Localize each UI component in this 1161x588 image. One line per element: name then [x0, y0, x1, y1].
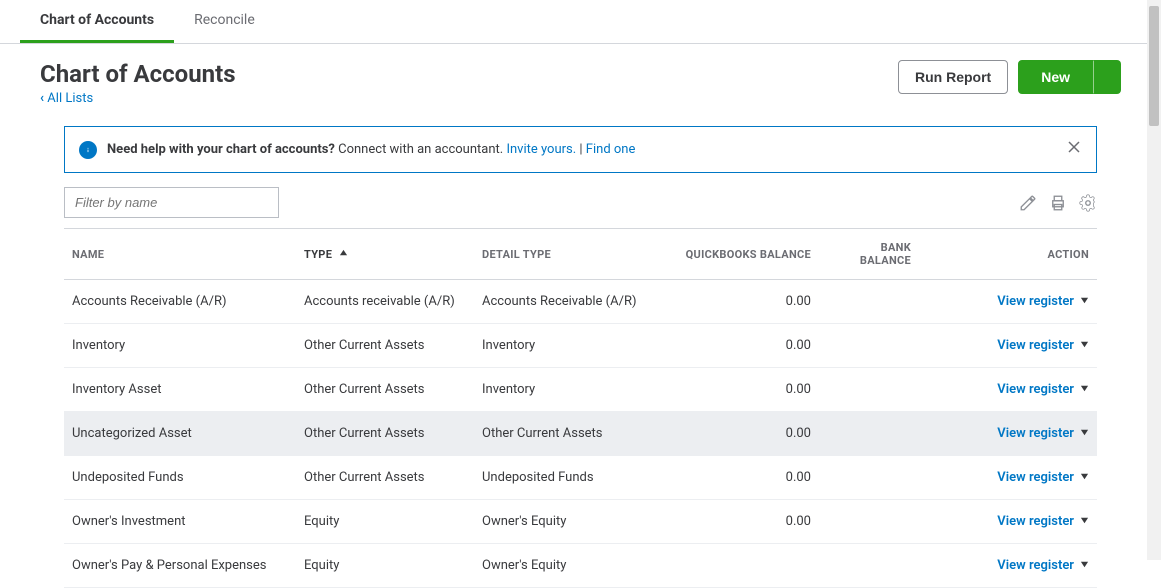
cell-bank-balance: [819, 456, 919, 500]
view-register-link[interactable]: View register: [997, 426, 1089, 441]
cell-quickbooks-balance: 0.00: [664, 412, 819, 456]
print-icon[interactable]: [1049, 194, 1067, 212]
edit-icon[interactable]: [1019, 194, 1037, 212]
cell-quickbooks-balance: 0.00: [664, 324, 819, 368]
cell-detail: Accounts Receivable (A/R): [474, 280, 664, 324]
cell-bank-balance: [819, 324, 919, 368]
column-header-quickbooks-balance[interactable]: QUICKBOOKS BALANCE: [664, 229, 819, 280]
banner-bold: Need help with your chart of accounts?: [107, 142, 335, 157]
new-button-dropdown[interactable]: [1093, 60, 1121, 94]
run-report-button[interactable]: Run Report: [898, 60, 1008, 94]
cell-quickbooks-balance: 0.00: [664, 280, 819, 324]
caret-down-icon: [1080, 426, 1089, 441]
column-header-detail-type[interactable]: DETAIL TYPE: [474, 229, 664, 280]
cell-detail: Owner's Equity: [474, 544, 664, 588]
caret-down-icon: [1080, 470, 1089, 485]
top-tabs: Chart of Accounts Reconcile: [0, 0, 1161, 44]
table-row[interactable]: Undeposited FundsOther Current AssetsUnd…: [64, 456, 1097, 500]
find-one-link[interactable]: Find one: [586, 142, 636, 157]
new-button[interactable]: New: [1018, 60, 1093, 94]
view-register-link[interactable]: View register: [997, 514, 1089, 529]
help-banner: Need help with your chart of accounts? C…: [64, 126, 1097, 173]
cell-bank-balance: [819, 280, 919, 324]
view-register-link[interactable]: View register: [997, 382, 1089, 397]
filter-by-name-input[interactable]: [64, 187, 279, 218]
table-row[interactable]: Owner's InvestmentEquityOwner's Equity0.…: [64, 500, 1097, 544]
view-register-link[interactable]: View register: [997, 294, 1089, 309]
view-register-link[interactable]: View register: [997, 470, 1089, 485]
cell-bank-balance: [819, 500, 919, 544]
cell-name: Inventory: [64, 324, 296, 368]
cell-bank-balance: [819, 368, 919, 412]
caret-down-icon: [1080, 514, 1089, 529]
cell-detail: Inventory: [474, 368, 664, 412]
cell-quickbooks-balance: 0.00: [664, 368, 819, 412]
view-register-link[interactable]: View register: [997, 338, 1089, 353]
cell-quickbooks-balance: 0.00: [664, 456, 819, 500]
cell-name: Undeposited Funds: [64, 456, 296, 500]
cell-detail: Inventory: [474, 324, 664, 368]
info-icon: [79, 141, 97, 159]
banner-sep: |: [576, 142, 586, 157]
cell-quickbooks-balance: 0.00: [664, 500, 819, 544]
page-title: Chart of Accounts: [40, 60, 236, 88]
view-register-link[interactable]: View register: [997, 558, 1089, 573]
cell-name: Owner's Pay & Personal Expenses: [64, 544, 296, 588]
column-header-bank-balance[interactable]: BANK BALANCE: [819, 229, 919, 280]
cell-detail: Undeposited Funds: [474, 456, 664, 500]
cell-type: Equity: [296, 544, 474, 588]
table-row[interactable]: Accounts Receivable (A/R)Accounts receiv…: [64, 280, 1097, 324]
cell-bank-balance: [819, 412, 919, 456]
cell-type: Other Current Assets: [296, 368, 474, 412]
column-header-name[interactable]: NAME: [64, 229, 296, 280]
cell-detail: Other Current Assets: [474, 412, 664, 456]
tab-reconcile[interactable]: Reconcile: [174, 0, 275, 43]
scrollbar-thumb[interactable]: [1149, 6, 1159, 126]
table-row[interactable]: Owner's Pay & Personal ExpensesEquityOwn…: [64, 544, 1097, 588]
cell-quickbooks-balance: [664, 544, 819, 588]
cell-type: Other Current Assets: [296, 412, 474, 456]
cell-name: Owner's Investment: [64, 500, 296, 544]
cell-type: Equity: [296, 500, 474, 544]
cell-type: Accounts receivable (A/R): [296, 280, 474, 324]
caret-down-icon: [1080, 382, 1089, 397]
banner-plain: Connect with an accountant.: [335, 142, 507, 157]
cell-type: Other Current Assets: [296, 324, 474, 368]
accounts-table: NAME TYPE DETAIL TYPE QUICKBOOKS BALANCE…: [64, 228, 1097, 588]
column-header-action: ACTION: [919, 229, 1097, 280]
settings-icon[interactable]: [1079, 194, 1097, 212]
cell-name: Uncategorized Asset: [64, 412, 296, 456]
back-all-lists-link[interactable]: All Lists: [40, 91, 236, 106]
table-row[interactable]: Uncategorized AssetOther Current AssetsO…: [64, 412, 1097, 456]
invite-yours-link[interactable]: Invite yours.: [506, 142, 576, 157]
close-banner-button[interactable]: [1066, 139, 1082, 160]
vertical-scrollbar[interactable]: [1147, 0, 1161, 560]
table-row[interactable]: InventoryOther Current AssetsInventory0.…: [64, 324, 1097, 368]
cell-bank-balance: [819, 544, 919, 588]
cell-name: Accounts Receivable (A/R): [64, 280, 296, 324]
cell-name: Inventory Asset: [64, 368, 296, 412]
table-row[interactable]: Inventory AssetOther Current AssetsInven…: [64, 368, 1097, 412]
caret-down-icon: [1080, 558, 1089, 573]
sort-asc-icon: [339, 248, 348, 261]
caret-down-icon: [1080, 338, 1089, 353]
caret-down-icon: [1080, 294, 1089, 309]
cell-detail: Owner's Equity: [474, 500, 664, 544]
column-header-type[interactable]: TYPE: [296, 229, 474, 280]
cell-type: Other Current Assets: [296, 456, 474, 500]
tab-chart-of-accounts[interactable]: Chart of Accounts: [20, 0, 174, 43]
